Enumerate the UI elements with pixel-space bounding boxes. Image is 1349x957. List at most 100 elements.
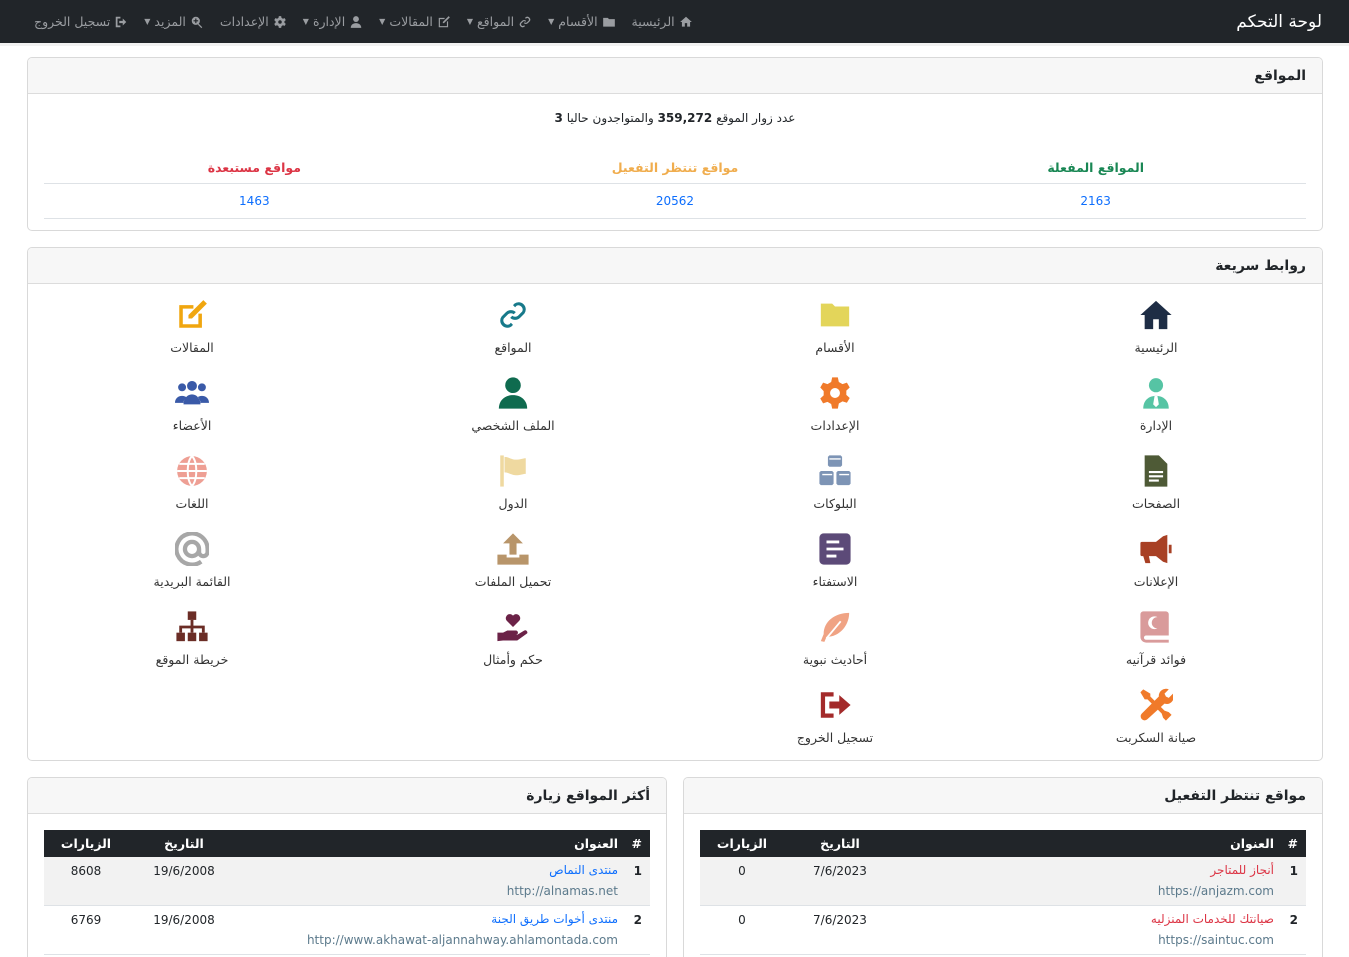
visitors-summary: عدد زوار الموقع 359,272 والمتواجدون حالي… bbox=[554, 111, 796, 125]
quick-link-label: القائمة البريدية bbox=[153, 574, 231, 589]
edit-icon bbox=[438, 15, 450, 27]
site-title-link[interactable]: منتدى أخوات طريق الجنة bbox=[240, 912, 618, 926]
quick-link-quran-benefits[interactable]: فوائد قرآنيه bbox=[1056, 610, 1256, 667]
quick-link-label: فوائد قرآنيه bbox=[1125, 652, 1187, 667]
site-title-link[interactable]: صيانتك للخدمات المنزليه bbox=[896, 912, 1274, 926]
card-title: مواقع تنتظر التفعيل bbox=[684, 778, 1322, 814]
col-title: العنوان bbox=[574, 836, 618, 851]
quick-link-label: الأعضاء bbox=[172, 418, 212, 433]
home-icon bbox=[1140, 300, 1172, 330]
nav-item-label: الأقسام bbox=[558, 14, 598, 29]
quick-link-profile[interactable]: الملف الشخصي bbox=[413, 376, 613, 433]
home-icon bbox=[679, 16, 692, 27]
table-header: # العنوان التاريخ الزيارات bbox=[700, 830, 1306, 857]
col-visits: الزيارات bbox=[716, 836, 768, 851]
chevron-down-icon: ▼ bbox=[302, 17, 309, 26]
chevron-down-icon: ▼ bbox=[379, 17, 386, 26]
pending-sites-header: مواقع تنتظر التفعيل bbox=[611, 159, 739, 175]
col-date: التاريخ bbox=[820, 836, 860, 851]
chevron-down-icon: ▼ bbox=[144, 17, 151, 26]
nav-item-sites[interactable]: المواقع ▼ bbox=[467, 14, 532, 29]
quick-link-languages[interactable]: اللغات bbox=[92, 454, 292, 511]
col-number: # bbox=[1287, 836, 1298, 851]
cubes-icon bbox=[819, 455, 851, 486]
nav-item-more[interactable]: المزيد ▼ bbox=[144, 14, 204, 29]
quick-link-blocks[interactable]: البلوكات bbox=[735, 454, 935, 511]
nav-item-home[interactable]: الرئيسية bbox=[632, 14, 693, 29]
quick-link-settings[interactable]: الإعدادات bbox=[735, 376, 935, 433]
quick-link-polls[interactable]: الاستفتاء bbox=[735, 532, 935, 589]
quick-link-sitemap[interactable]: خريطة الموقع bbox=[92, 610, 292, 667]
table-header: # العنوان التاريخ الزيارات bbox=[44, 830, 650, 857]
quick-link-ads[interactable]: الإعلانات bbox=[1056, 532, 1256, 589]
nav-item-logout[interactable]: تسجيل الخروج bbox=[34, 14, 128, 29]
quick-link-proverbs[interactable]: حكم وأمثال bbox=[413, 610, 613, 667]
sign-out-icon bbox=[820, 692, 851, 718]
quick-link-label: الرئيسية bbox=[1134, 340, 1178, 355]
quick-link-label: تحميل الملفات bbox=[474, 574, 552, 589]
site-title-link[interactable]: منتدى النماص bbox=[240, 863, 618, 877]
excluded-sites-count[interactable]: 1463 bbox=[239, 194, 270, 208]
quick-link-mailing-list[interactable]: القائمة البريدية bbox=[92, 532, 292, 589]
excluded-sites-header: مواقع مستبعدة bbox=[207, 159, 301, 175]
pending-sites-count[interactable]: 20562 bbox=[656, 194, 694, 208]
nav-item-settings[interactable]: الإعدادات bbox=[220, 14, 287, 29]
file-icon bbox=[1144, 455, 1168, 487]
quick-link-label: خريطة الموقع bbox=[155, 652, 229, 667]
col-title: العنوان bbox=[1230, 836, 1274, 851]
stats-values-row: 2163 20562 1463 bbox=[44, 184, 1306, 219]
quick-link-members[interactable]: الأعضاء bbox=[92, 376, 292, 433]
top-visited-table: # العنوان التاريخ الزيارات 1 منتدى النما… bbox=[44, 830, 650, 955]
feather-icon bbox=[820, 612, 850, 642]
quick-link-label: اللغات bbox=[175, 496, 209, 511]
online-count: 3 bbox=[554, 111, 563, 125]
active-sites-count[interactable]: 2163 bbox=[1080, 194, 1111, 208]
sign-out-icon bbox=[116, 16, 127, 27]
table-row: 2 صيانتك للخدمات المنزليه https://saintu… bbox=[700, 906, 1306, 955]
quick-link-label: الدول bbox=[498, 496, 528, 511]
quick-link-label: حكم وأمثال bbox=[483, 652, 543, 667]
gear-icon bbox=[820, 377, 850, 409]
quick-link-home[interactable]: الرئيسية bbox=[1056, 298, 1256, 355]
quick-link-sections[interactable]: الأقسام bbox=[735, 298, 935, 355]
quick-link-logout[interactable]: تسجيل الخروج bbox=[735, 688, 935, 745]
quick-link-admin[interactable]: الإدارة bbox=[1056, 376, 1256, 433]
quick-link-label: الصفحات bbox=[1131, 496, 1181, 511]
nav-item-sections[interactable]: الأقسام ▼ bbox=[548, 14, 615, 29]
folder-icon bbox=[602, 17, 615, 27]
nav-item-admin[interactable]: الإدارة ▼ bbox=[303, 14, 363, 29]
quick-link-maintenance[interactable]: صيانة السكربت bbox=[1056, 688, 1256, 745]
quick-link-hadith[interactable]: أحاديث نبوية bbox=[735, 610, 935, 667]
site-title-link[interactable]: أنجاز للمتاجر bbox=[896, 863, 1274, 877]
user-tie-icon bbox=[350, 15, 362, 28]
nav-item-label: المواقع bbox=[477, 14, 515, 29]
table-row: 2 منتدى أخوات طريق الجنة http://www.akha… bbox=[44, 906, 650, 955]
users-icon bbox=[175, 380, 209, 405]
quick-link-uploads[interactable]: تحميل الملفات bbox=[413, 532, 613, 589]
stats-header-row: المواقع المفعلة مواقع تنتظر التفعيل مواق… bbox=[44, 151, 1306, 184]
quick-link-pages[interactable]: الصفحات bbox=[1056, 454, 1256, 511]
user-icon bbox=[498, 377, 528, 409]
site-url: http://alnamas.net bbox=[506, 884, 618, 898]
search-plus-icon bbox=[191, 16, 203, 28]
quick-link-countries[interactable]: الدول bbox=[413, 454, 613, 511]
quick-link-sites[interactable]: المواقع bbox=[413, 298, 613, 355]
quick-link-label: المقالات bbox=[170, 340, 214, 355]
globe-icon bbox=[177, 455, 207, 487]
quick-link-label: تسجيل الخروج bbox=[796, 730, 874, 745]
table-row: 1 منتدى النماص http://alnamas.net 19/6/2… bbox=[44, 857, 650, 906]
flag-icon bbox=[500, 455, 526, 487]
quick-link-label: الملف الشخصي bbox=[471, 418, 555, 433]
quick-link-articles[interactable]: المقالات bbox=[92, 298, 292, 355]
site-url: https://saintuc.com bbox=[1158, 933, 1274, 947]
nav-item-articles[interactable]: المقالات ▼ bbox=[379, 14, 451, 29]
col-number: # bbox=[631, 836, 642, 851]
nav-item-label: تسجيل الخروج bbox=[34, 14, 111, 29]
link-icon bbox=[519, 16, 531, 27]
visitors-count: 359,272 bbox=[657, 111, 713, 125]
top-visited-card: أكثر المواقع زيارة # العنوان التاريخ الز… bbox=[27, 777, 667, 957]
gear-icon bbox=[274, 15, 286, 28]
tools-icon bbox=[1140, 688, 1173, 721]
brand-title[interactable]: لوحة التحكم bbox=[1236, 12, 1322, 32]
quick-link-label: البلوكات bbox=[813, 496, 857, 511]
